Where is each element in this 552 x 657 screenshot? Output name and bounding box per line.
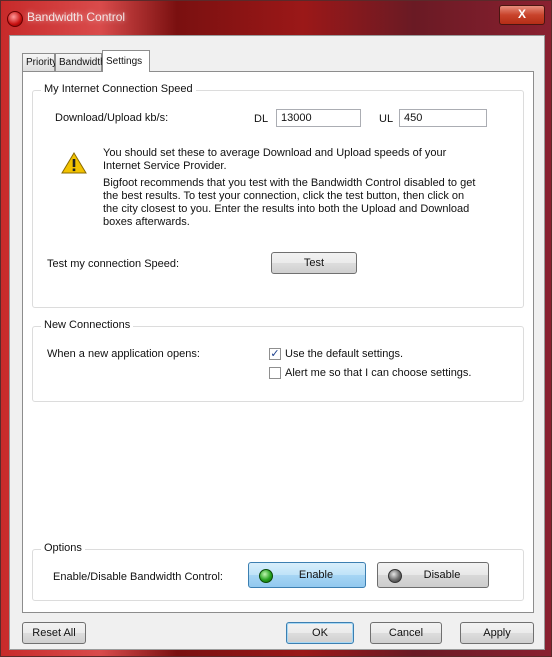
new-connections-group: New Connections When a new application o… xyxy=(32,319,524,402)
download-speed-input[interactable]: 13000 xyxy=(276,109,361,127)
new-application-label: When a new application opens: xyxy=(47,348,200,360)
options-group: Options Enable/Disable Bandwidth Control… xyxy=(32,542,524,601)
close-button[interactable]: X xyxy=(499,5,545,25)
dl-label: DL xyxy=(254,113,269,125)
warning-line-2: Internet Service Provider. xyxy=(103,160,227,172)
upload-speed-input[interactable]: 450 xyxy=(399,109,487,127)
disable-button-label: Disable xyxy=(423,569,461,581)
enable-button[interactable]: Enable xyxy=(248,562,366,588)
enable-button-label: Enable xyxy=(298,569,334,581)
cancel-button[interactable]: Cancel xyxy=(370,622,442,644)
test-connection-label: Test my connection Speed: xyxy=(47,258,180,270)
app-icon xyxy=(7,11,23,27)
tab-settings[interactable]: Settings xyxy=(102,50,150,72)
disable-button[interactable]: Disable xyxy=(377,562,489,588)
apply-button[interactable]: Apply xyxy=(460,622,534,644)
info-line-2: the best results. To test your connectio… xyxy=(103,190,465,202)
warning-line-1: You should set these to average Download… xyxy=(103,147,447,159)
alert-me-checkbox[interactable] xyxy=(269,367,281,379)
settings-panel: My Internet Connection Speed Download/Up… xyxy=(22,71,534,613)
connection-speed-group: My Internet Connection Speed Download/Up… xyxy=(32,83,524,308)
info-line-1: Bigfoot recommends that you test with th… xyxy=(103,177,476,189)
connection-speed-group-title: My Internet Connection Speed xyxy=(41,83,196,95)
new-connections-group-title: New Connections xyxy=(41,319,134,331)
test-button[interactable]: Test xyxy=(271,252,357,274)
reset-all-button[interactable]: Reset All xyxy=(22,622,86,644)
tab-bandwidth[interactable]: Bandwidth xyxy=(55,53,106,71)
default-settings-checkbox[interactable]: ✓ xyxy=(269,348,281,360)
ul-label: UL xyxy=(379,113,394,125)
tab-priority[interactable]: Priority xyxy=(22,53,57,71)
info-line-3: the city closest to you. Enter the resul… xyxy=(103,203,470,215)
download-upload-label: Download/Upload kb/s: xyxy=(55,112,169,124)
alert-me-label[interactable]: Alert me so that I can choose settings. xyxy=(285,367,471,379)
dialog-client-area: Priority Bandwidth Settings My Internet … xyxy=(9,35,545,650)
default-settings-label[interactable]: Use the default settings. xyxy=(285,348,403,360)
warning-icon xyxy=(61,152,87,174)
window-title: Bandwidth Control xyxy=(27,10,126,24)
ok-button[interactable]: OK xyxy=(286,622,354,644)
enable-disable-label: Enable/Disable Bandwidth Control: xyxy=(53,571,223,583)
options-group-title: Options xyxy=(41,542,85,554)
title-bar[interactable]: Bandwidth Control X xyxy=(1,1,552,35)
bandwidth-control-window: Bandwidth Control X Priority Bandwidth S… xyxy=(0,0,552,657)
info-line-4: boxes afterwards. xyxy=(103,216,190,228)
